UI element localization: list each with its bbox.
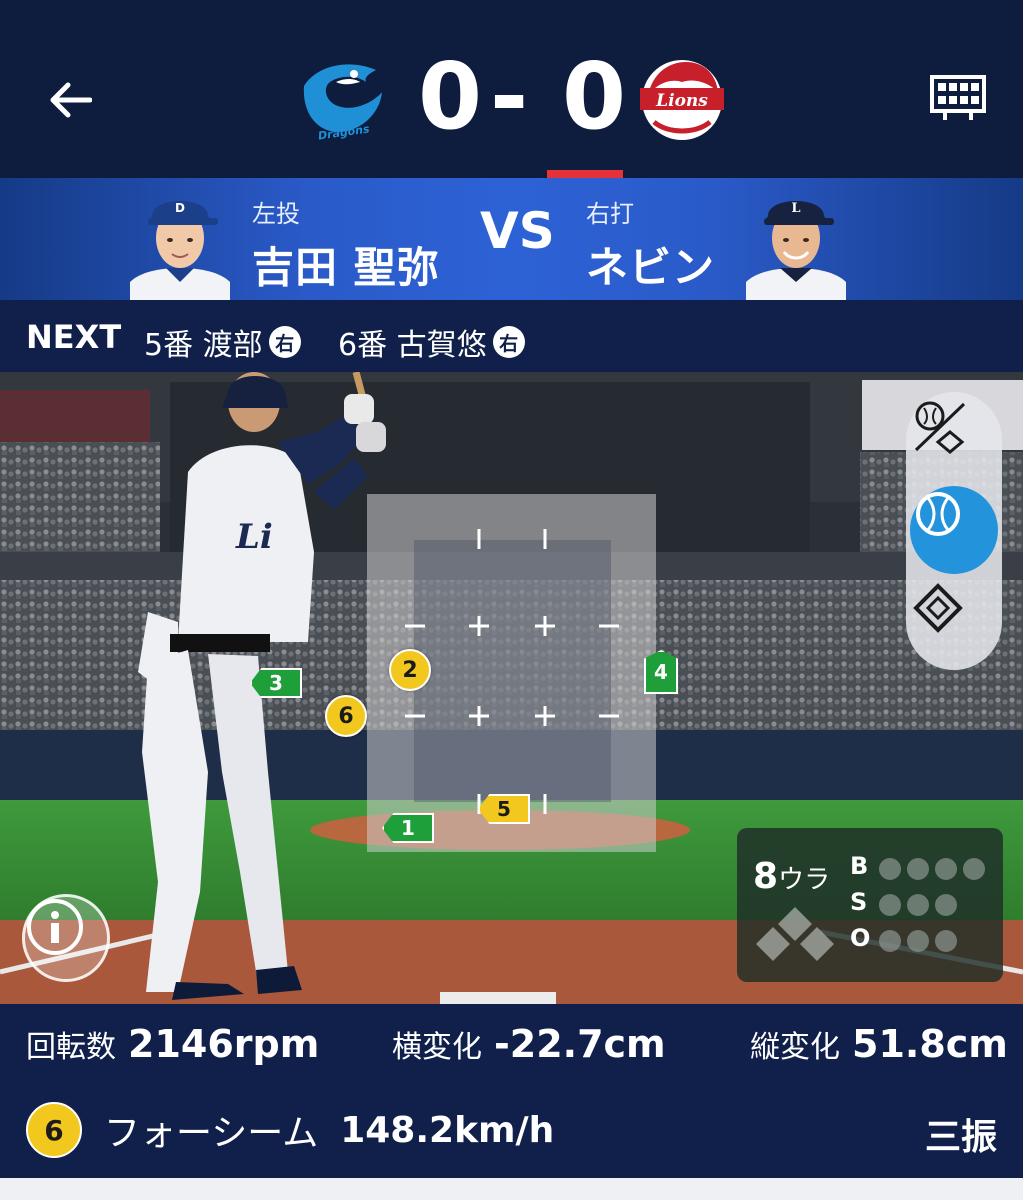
- third-base: [756, 927, 790, 961]
- ball-and-diamond-icon: [914, 401, 966, 454]
- spin-rate-stat: 回転数 2146rpm: [26, 1022, 319, 1066]
- next-batter-1-name: 5番 渡部: [144, 328, 263, 363]
- pitch-marker-6[interactable]: 6: [325, 695, 367, 737]
- batter-photo: L: [746, 201, 846, 300]
- view-mode-panel: [906, 392, 1002, 670]
- svg-text:L: L: [791, 201, 800, 216]
- batting-hand-badge: 右: [268, 326, 301, 358]
- pitch-speed: 148.2km/h: [340, 1109, 555, 1151]
- pitcher-photo: D: [130, 201, 230, 300]
- vertical-break-stat: 縦変化 51.8cm: [750, 1022, 1008, 1066]
- first-base: [800, 927, 834, 961]
- horizontal-break-value: -22.7cm: [494, 1022, 666, 1066]
- pitch-marker-4[interactable]: 4: [644, 650, 678, 694]
- diamond-icon: [913, 583, 963, 633]
- active-tab-indicator: [547, 170, 623, 178]
- vertical-break-label: 縦変化: [750, 1030, 840, 1065]
- score-separator: -: [490, 43, 529, 150]
- horizontal-break-stat: 横変化 -22.7cm: [392, 1022, 666, 1066]
- strike-dot: [879, 894, 901, 916]
- dragons-logo[interactable]: Dragons: [296, 52, 392, 148]
- svg-text:D: D: [175, 201, 185, 215]
- out-dot: [935, 930, 957, 952]
- lions-logo[interactable]: Lions: [634, 52, 730, 148]
- at-bat-result: 三振: [924, 1117, 997, 1158]
- selected-pitch-number: 6: [26, 1102, 82, 1158]
- svg-text:Li: Li: [235, 517, 273, 557]
- out-dot: [907, 930, 929, 952]
- scoreboard-icon: [930, 75, 986, 120]
- away-team-wordmark: Lions: [655, 91, 708, 111]
- next-batter-2[interactable]: 6番 古賀悠 右: [338, 320, 525, 364]
- count-panel: 8ウラ B S O: [737, 828, 1003, 982]
- balls-label: B: [850, 852, 869, 880]
- next-batter-1[interactable]: 5番 渡部 右: [144, 320, 301, 364]
- inning-half: ウラ: [778, 865, 831, 895]
- pitcher-name[interactable]: 吉田 聖弥: [252, 234, 440, 295]
- out-dot: [879, 930, 901, 952]
- info-icon: [27, 899, 83, 955]
- spin-rate-value: 2146rpm: [128, 1022, 320, 1066]
- batter-role: 右打: [586, 200, 634, 228]
- scoreboard-button[interactable]: [925, 68, 991, 128]
- pitch-location-view-button[interactable]: [910, 396, 998, 484]
- pitch-tracker-screen: Dragons 0 - 0 Lions D 左投 吉田 聖弥 VS 右打 ネビン…: [0, 0, 1023, 1200]
- back-arrow-icon: [50, 82, 92, 118]
- pitch-marker-2[interactable]: 2: [389, 649, 431, 691]
- strike-dot: [935, 894, 957, 916]
- vertical-break-value: 51.8cm: [852, 1022, 1008, 1066]
- next-label: NEXT: [26, 318, 122, 356]
- info-button[interactable]: [22, 894, 110, 982]
- inning-number: 8: [753, 856, 779, 897]
- pitch-stats-panel: 回転数 2146rpm 横変化 -22.7cm 縦変化 51.8cm 6 フォー…: [0, 1004, 1023, 1178]
- back-button[interactable]: [30, 60, 110, 140]
- batter-name[interactable]: ネビン: [586, 234, 715, 295]
- field-view-button[interactable]: [910, 578, 998, 666]
- selected-pitch-row[interactable]: 6 フォーシーム 148.2km/h: [26, 1102, 554, 1158]
- spin-rate-label: 回転数: [26, 1030, 116, 1065]
- score-header: Dragons 0 - 0 Lions: [0, 0, 1023, 178]
- strikes-label: S: [850, 888, 868, 916]
- away-score: 0: [562, 43, 627, 150]
- next-batters-bar: NEXT 5番 渡部 右 6番 古賀悠 右: [0, 300, 1023, 372]
- baseball-icon: [916, 492, 960, 536]
- ball-dot: [935, 858, 957, 880]
- bottom-strip: [0, 1178, 1023, 1200]
- inning-label: 8ウラ: [753, 856, 830, 897]
- ball-dot: [907, 858, 929, 880]
- ball-view-button[interactable]: [910, 486, 998, 574]
- pitch-location-view: Li 1 2 3 4 5 6 8ウラ B S O: [0, 372, 1023, 1004]
- pitch-type: フォーシーム: [104, 1113, 319, 1154]
- next-batter-2-name: 6番 古賀悠: [338, 328, 487, 363]
- matchup-banner: D 左投 吉田 聖弥 VS 右打 ネビン L: [0, 178, 1023, 300]
- strike-dot: [907, 894, 929, 916]
- outs-label: O: [850, 924, 871, 952]
- horizontal-break-label: 横変化: [392, 1030, 482, 1065]
- home-score: 0: [418, 43, 483, 150]
- batting-hand-badge: 右: [492, 326, 525, 358]
- ball-dot: [963, 858, 985, 880]
- pitcher-role: 左投: [252, 200, 300, 228]
- vs-label: VS: [480, 202, 555, 260]
- ball-dot: [879, 858, 901, 880]
